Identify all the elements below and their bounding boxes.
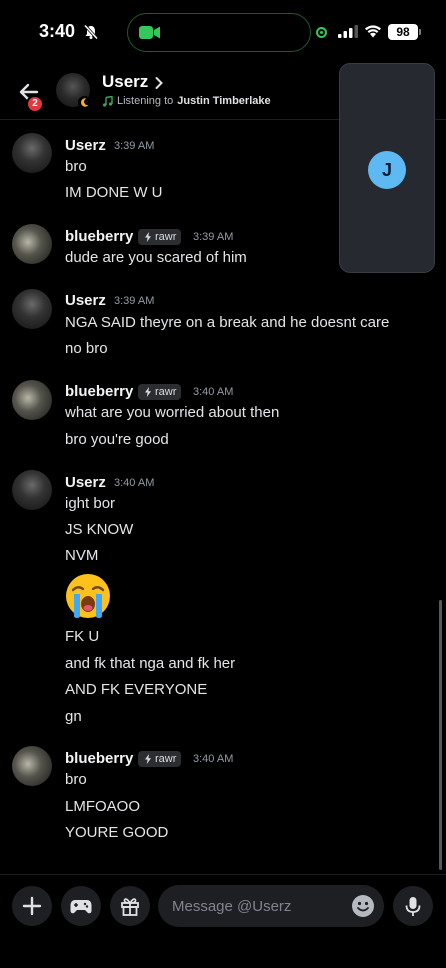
message-text: bro you're good xyxy=(65,431,169,448)
message-text: FK U xyxy=(65,628,100,645)
message-timestamp: 3:40 AM xyxy=(114,477,155,489)
call-participant-avatar[interactable]: J xyxy=(368,151,406,189)
wifi-icon xyxy=(365,25,381,38)
message-timestamp: 3:40 AM xyxy=(193,386,234,398)
message-timestamp: 3:39 AM xyxy=(114,140,155,152)
message-author[interactable]: blueberry xyxy=(65,383,133,400)
unread-badge: 2 xyxy=(26,95,44,113)
message-text: AND FK EVERYONE xyxy=(65,681,208,698)
message-author[interactable]: Userz xyxy=(65,137,106,154)
message-text: and fk that nga and fk her xyxy=(65,655,236,672)
gift-button[interactable] xyxy=(110,886,150,926)
message-text: bro xyxy=(65,158,87,175)
microphone-icon xyxy=(405,897,421,916)
message-timestamp: 3:39 AM xyxy=(114,295,155,307)
status-bar: 3:40 98 xyxy=(0,0,446,64)
user-avatar[interactable] xyxy=(12,380,52,420)
message-text: bro xyxy=(65,771,87,788)
message-author[interactable]: Userz xyxy=(65,474,106,491)
smiley-icon[interactable] xyxy=(351,894,375,918)
user-tag-text: rawr xyxy=(155,231,177,243)
user-avatar[interactable] xyxy=(12,746,52,786)
scrollbar[interactable] xyxy=(439,600,442,870)
user-tag-text: rawr xyxy=(155,386,177,398)
music-note-icon xyxy=(103,95,113,107)
dm-screen: 3:40 98 2 Userz Listening to Justin Timb… xyxy=(0,0,446,968)
battery-indicator: 98 xyxy=(388,24,421,40)
lightning-icon xyxy=(145,387,151,397)
message-author[interactable]: blueberry xyxy=(65,228,133,245)
message-text: NVM xyxy=(65,547,99,564)
message-text: JS KNOW xyxy=(65,521,134,538)
message-text: what are you worried about then xyxy=(65,404,280,421)
user-avatar[interactable] xyxy=(12,133,52,173)
header-username[interactable]: Userz xyxy=(102,72,148,92)
user-tag-badge[interactable]: rawr xyxy=(138,751,182,767)
activities-button[interactable] xyxy=(61,886,101,926)
message-text: YOURE GOOD xyxy=(65,824,169,841)
message-text: NGA SAID theyre on a break and he doesnt… xyxy=(65,314,390,331)
chevron-right-icon[interactable] xyxy=(154,76,164,90)
user-avatar[interactable] xyxy=(12,289,52,329)
message-text: gn xyxy=(65,708,82,725)
bell-off-icon xyxy=(83,24,99,40)
user-avatar[interactable] xyxy=(12,224,52,264)
user-tag-text: rawr xyxy=(155,753,177,765)
message-author[interactable]: Userz xyxy=(65,292,106,309)
voice-message-button[interactable] xyxy=(393,886,433,926)
crying-face-emoji xyxy=(66,574,110,618)
message-text: dude are you scared of him xyxy=(65,249,247,266)
message-text: IM DONE W U xyxy=(65,184,163,201)
lightning-icon xyxy=(145,232,151,242)
message-text: LMFOAOO xyxy=(65,798,141,815)
add-attachment-button[interactable] xyxy=(12,886,52,926)
message-timestamp: 3:40 AM xyxy=(193,753,234,765)
moon-status-icon xyxy=(78,96,91,109)
cellular-signal-icon xyxy=(338,25,358,38)
gamepad-icon xyxy=(70,900,92,914)
user-avatar[interactable] xyxy=(12,470,52,510)
message-text: ight bor xyxy=(65,495,116,512)
activity-artist: Justin Timberlake xyxy=(177,95,271,107)
voice-call-overlay[interactable]: J xyxy=(339,63,435,273)
status-time: 3:40 xyxy=(39,21,76,41)
plus-icon xyxy=(22,896,42,916)
facetime-icon xyxy=(139,26,160,39)
message-author[interactable]: blueberry xyxy=(65,750,133,767)
user-tag-badge[interactable]: rawr xyxy=(138,229,182,245)
lightning-icon xyxy=(145,754,151,764)
activity-prefix: Listening to xyxy=(117,95,174,107)
privacy-indicator-icon xyxy=(316,27,327,38)
message-composer xyxy=(0,874,446,934)
activity-status: Listening to Justin Timberlake xyxy=(102,95,271,107)
user-tag-badge[interactable]: rawr xyxy=(138,384,182,400)
message-text: no bro xyxy=(65,340,108,357)
dynamic-island[interactable] xyxy=(127,13,311,52)
gift-icon xyxy=(121,898,139,916)
message-timestamp: 3:39 AM xyxy=(193,231,234,243)
